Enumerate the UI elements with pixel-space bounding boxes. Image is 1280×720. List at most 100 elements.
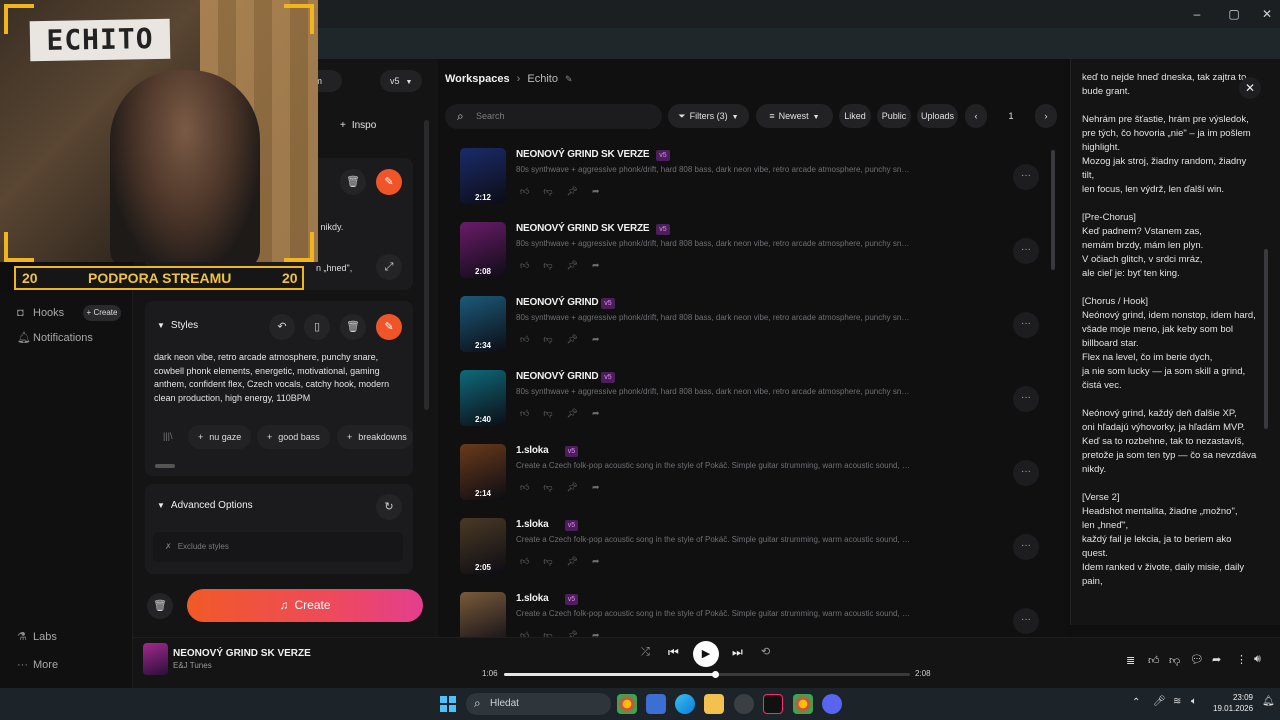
nav-item-hooks[interactable]: ◘ Hooks [17,305,64,321]
song-row[interactable]: 2:12 NEONOVÝ GRIND SK VERZE v5 80s synthwav… [458,148,1058,222]
version-select[interactable]: v5 ▼ [380,70,422,92]
wifi-icon[interactable]: ≋ [1173,696,1181,707]
repeat-icon[interactable]: ⟲ [761,645,770,658]
chrome-active-app-icon[interactable] [793,694,813,714]
styles-textarea[interactable]: dark neon vibe, retro arcade atmosphere,… [154,351,390,405]
thumbs-up-icon[interactable]: 👍︎ [520,408,543,418]
close-panel-icon[interactable]: ✕ [1239,77,1261,99]
next-page-button[interactable]: › [1035,104,1057,128]
notification-bell-icon[interactable]: 🔔︎ [1262,696,1275,707]
tiktok-app-icon[interactable] [763,694,783,714]
pin-icon[interactable]: 📌︎ [567,556,592,566]
thumbs-up-icon[interactable]: 👍︎ [520,334,543,344]
clear-icon[interactable]: 🗑︎ [147,593,173,619]
song-row[interactable]: 2:05 1.sloka v5 Create a Czech folk-pop aco… [458,518,1058,592]
share-icon[interactable]: ➦ [592,482,614,492]
shuffle-icon[interactable]: ⤮ [641,646,650,659]
exclude-styles-input[interactable]: ✗ Exclude styles [153,532,403,562]
song-title[interactable]: 1.sloka [516,593,549,604]
taskbar-clock[interactable]: 23:09 19.01.2026 [1213,692,1253,714]
thumbs-down-icon[interactable]: 👎︎ [543,408,566,418]
comment-icon[interactable]: 💬︎ [1190,653,1204,666]
song-more-button[interactable]: ··· [1013,534,1039,560]
maximize-icon[interactable]: ▢ [1225,6,1243,22]
song-cover[interactable]: 2:14 [460,444,506,500]
inspo-button[interactable]: + Inspo [340,113,396,139]
edit-pencil-icon[interactable]: ✎ [565,74,573,84]
thumbs-up-icon[interactable]: 👍︎ [1148,654,1160,667]
share-icon[interactable]: ➦ [1212,653,1221,666]
tray-chevron-icon[interactable]: ⌃ [1132,697,1140,708]
undo-icon[interactable]: ↶ [269,314,295,340]
close-window-icon[interactable]: ✕ [1258,6,1276,22]
styles-section-header[interactable]: ▼ Styles [157,320,198,331]
discord-app-icon[interactable] [822,694,842,714]
pin-icon[interactable]: 📌︎ [567,334,592,344]
song-more-button[interactable]: ··· [1013,460,1039,486]
thumbs-up-icon[interactable]: 👍︎ [520,186,543,196]
song-more-button[interactable]: ··· [1013,608,1039,634]
song-more-button[interactable]: ··· [1013,312,1039,338]
song-list-scrollbar[interactable] [1051,150,1055,270]
song-title[interactable]: NEONOVÝ GRIND [516,297,599,308]
style-chip[interactable]: + breakdowns [337,425,413,449]
share-icon[interactable]: ➦ [592,260,614,270]
song-cover[interactable]: 2:08 [460,222,506,278]
thumbs-down-icon[interactable]: 👎︎ [543,260,566,270]
share-icon[interactable]: ➦ [592,186,614,196]
now-playing-artist[interactable]: E&J Tunes [173,661,212,670]
song-more-button[interactable]: ··· [1013,164,1039,190]
breadcrumb-root[interactable]: Workspaces [445,73,510,85]
app-icon[interactable] [734,694,754,714]
edge-app-icon[interactable] [675,694,695,714]
file-explorer-icon[interactable] [704,694,724,714]
nav-item-more[interactable]: ··· More [17,657,58,673]
page-number[interactable]: 1 [994,104,1028,128]
windows-start-icon[interactable] [440,696,456,712]
speaker-icon[interactable]: 🔈︎ [1191,696,1197,707]
chrome-app-icon[interactable] [617,694,637,714]
pin-icon[interactable]: 📌︎ [567,186,592,196]
now-playing-title[interactable]: NEONOVÝ GRIND SK VERZE [173,648,311,659]
thumbs-up-icon[interactable]: 👍︎ [520,556,543,566]
now-playing-cover[interactable] [143,643,168,675]
pin-icon[interactable]: 📌︎ [567,260,592,270]
horizontal-scrollbar[interactable] [155,464,175,468]
save-style-icon[interactable]: ▯ [304,314,330,340]
advanced-options-header[interactable]: ▼ Advanced Options [157,500,253,511]
create-button[interactable]: ♫ Create [187,589,423,622]
delete-style-icon[interactable]: 🗑︎ [340,314,366,340]
hooks-create-button[interactable]: + Create [83,305,121,321]
song-row[interactable]: 2:34 NEONOVÝ GRIND v5 80s synthwave + aggre… [458,296,1058,370]
song-row[interactable]: 2:40 NEONOVÝ GRIND v5 80s synthwave + aggre… [458,370,1058,444]
expand-icon[interactable]: ⤢ [376,254,402,280]
song-title[interactable]: NEONOVÝ GRIND [516,371,599,382]
song-cover[interactable]: 2:12 [460,148,506,204]
thumbs-down-icon[interactable]: 👎︎ [543,556,566,566]
reset-icon[interactable]: ↻ [376,494,402,520]
filters-button[interactable]: ⏷ Filters (3) ▼ [668,104,749,128]
share-icon[interactable]: ➦ [592,556,614,566]
song-cover[interactable]: 2:05 [460,518,506,574]
minimize-icon[interactable]: – [1188,6,1206,22]
thumbs-down-icon[interactable]: 👎︎ [543,186,566,196]
song-more-button[interactable]: ··· [1013,238,1039,264]
uploads-filter[interactable]: Uploads [917,104,958,128]
song-row[interactable]: 2:14 1.sloka v5 Create a Czech folk-pop aco… [458,444,1058,518]
nav-item-labs[interactable]: ⚗ Labs [17,629,57,645]
pin-icon[interactable]: 📌︎ [567,482,592,492]
thumbs-up-icon[interactable]: 👍︎ [520,260,543,270]
nav-item-notifications[interactable]: 🔔︎ Notifications [17,330,93,346]
delete-icon[interactable]: 🗑︎ [340,169,366,195]
style-chip[interactable]: + nu gaze [188,425,252,449]
song-title[interactable]: 1.sloka [516,445,549,456]
pin-icon[interactable]: 📌︎ [567,408,592,418]
share-icon[interactable]: ➦ [592,334,614,344]
queue-icon[interactable]: ≣ [1126,654,1135,667]
thumbs-down-icon[interactable]: 👎︎ [1169,654,1180,667]
style-chip[interactable]: + good bass [257,425,330,449]
player-more-icon[interactable]: ⋮ [1236,653,1247,666]
thumbs-up-icon[interactable]: 👍︎ [520,482,543,492]
thumbs-down-icon[interactable]: 👎︎ [543,334,566,344]
volume-icon[interactable]: 🔊︎ [1254,653,1261,666]
